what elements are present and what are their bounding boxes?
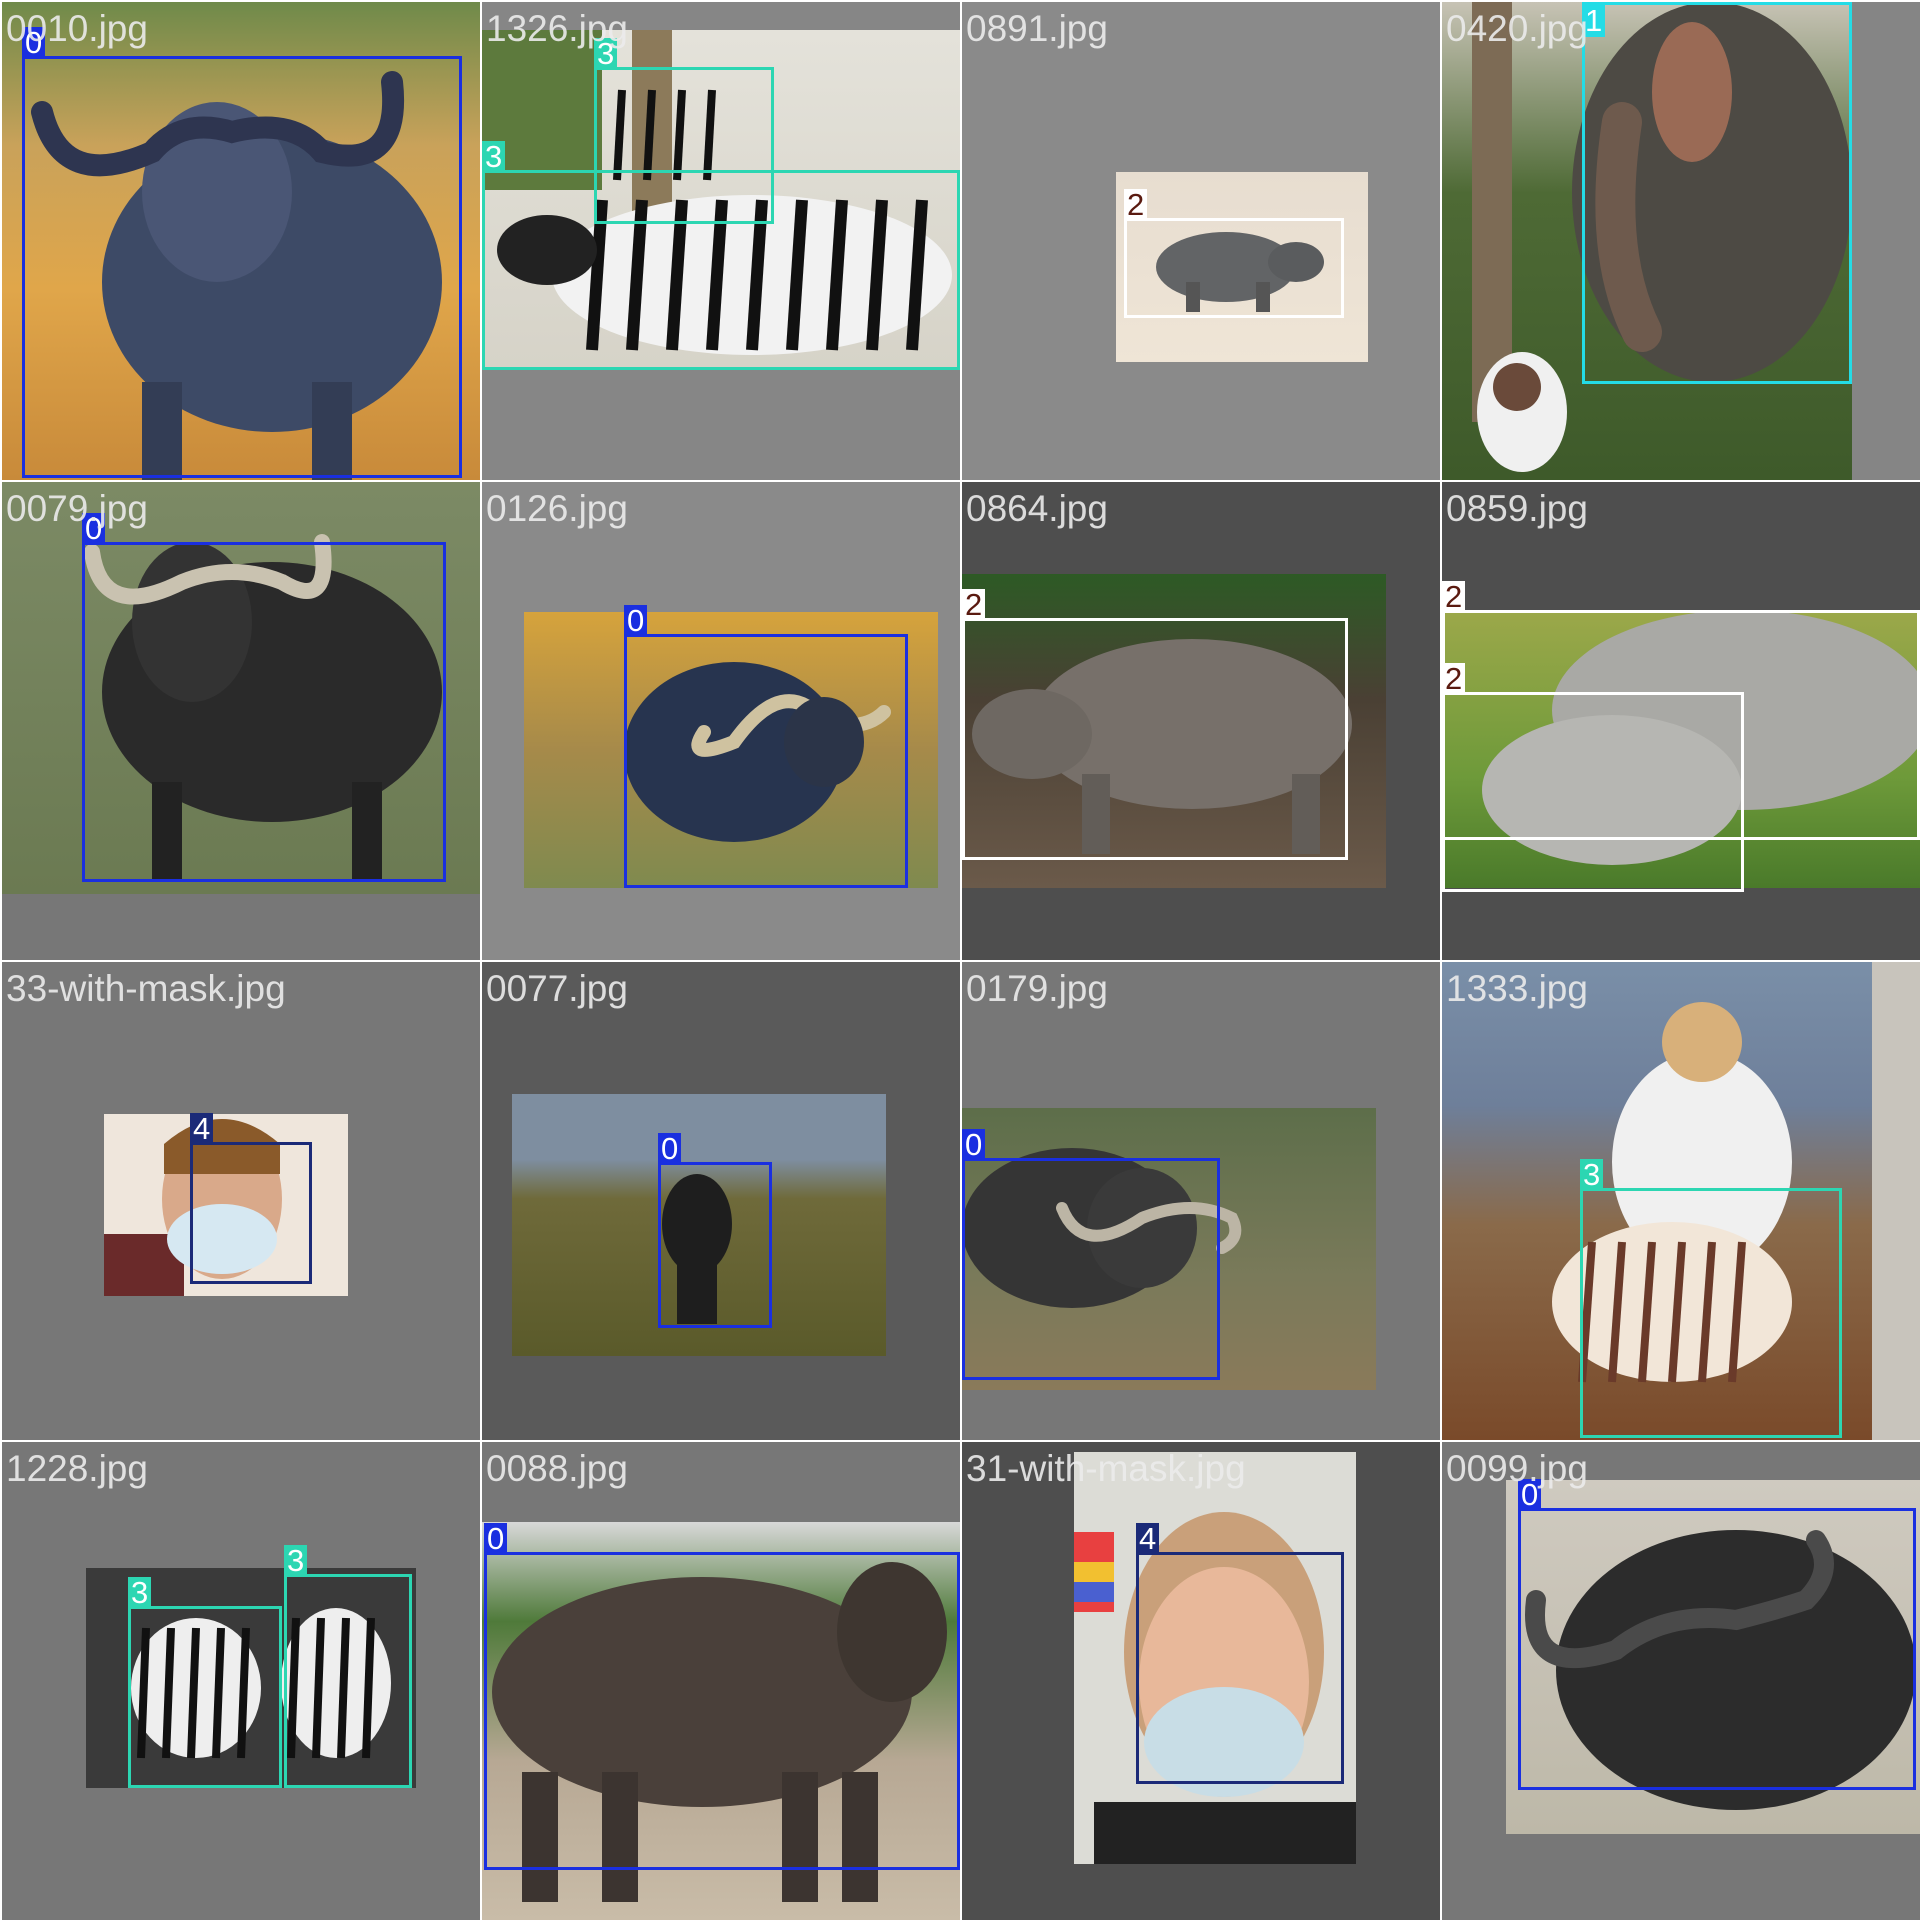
filename-label: 0420.jpg — [1446, 8, 1588, 49]
tile-1228: 1228.jpg 3 3 — [2, 1442, 480, 1920]
class-label: 4 — [1136, 1523, 1160, 1555]
class-label: 3 — [482, 141, 506, 173]
class-label: 0 — [658, 1133, 682, 1165]
filename-label: 1228.jpg — [6, 1448, 148, 1489]
filename-label: 1333.jpg — [1446, 968, 1588, 1009]
bounding-box: 4 — [190, 1113, 312, 1284]
tile-0179: 0179.jpg 0 — [962, 962, 1440, 1440]
filename-label: 0179.jpg — [966, 968, 1108, 1009]
tile-0079: 0079.jpg 0 — [2, 482, 480, 960]
tile-0864: 0864.jpg 2 — [962, 482, 1440, 960]
bounding-box: 2 — [1442, 663, 1744, 892]
class-label: 0 — [962, 1129, 986, 1161]
bounding-box: 1 — [1582, 2, 1852, 384]
tile-33-with-mask: 33-with-mask.jpg 4 — [2, 962, 480, 1440]
tile-1333: 1333.jpg 3 — [1442, 962, 1920, 1440]
filename-label: 0859.jpg — [1446, 488, 1588, 529]
bounding-box: 3 — [284, 1545, 412, 1788]
class-label: 2 — [1442, 663, 1466, 695]
class-label: 3 — [284, 1545, 308, 1577]
class-label: 3 — [1580, 1159, 1604, 1191]
filename-label: 0864.jpg — [966, 488, 1108, 529]
tile-0099: 0099.jpg 0 — [1442, 1442, 1920, 1920]
tile-0010: 0010.jpg 0 — [2, 2, 480, 480]
class-label: 2 — [1124, 189, 1148, 221]
bounding-box: 0 — [484, 1523, 960, 1870]
class-label: 4 — [190, 1113, 214, 1145]
bounding-box: 0 — [82, 513, 446, 882]
tile-0859: 0859.jpg 2 2 — [1442, 482, 1920, 960]
tile-0891: 0891.jpg 2 — [962, 2, 1440, 480]
bounding-box: 2 — [962, 589, 1348, 860]
filename-label: 31-with-mask.jpg — [966, 1448, 1246, 1489]
tile-0077: 0077.jpg 0 — [482, 962, 960, 1440]
tile-0126: 0126.jpg 0 — [482, 482, 960, 960]
tile-31-with-mask: 31-with-mask.jpg 4 — [962, 1442, 1440, 1920]
filename-label: 33-with-mask.jpg — [6, 968, 286, 1009]
bounding-box: 3 — [1580, 1159, 1842, 1438]
filename-label: 0891.jpg — [966, 8, 1108, 49]
bounding-box: 0 — [22, 27, 462, 478]
bounding-box: 0 — [962, 1129, 1220, 1380]
filename-label: 0088.jpg — [486, 1448, 628, 1489]
class-label: 2 — [1442, 581, 1466, 613]
tile-0088: 0088.jpg 0 — [482, 1442, 960, 1920]
bounding-box: 3 — [482, 141, 960, 370]
class-label: 0 — [624, 605, 648, 637]
filename-label: 0077.jpg — [486, 968, 628, 1009]
detection-mosaic: 0010.jpg 0 1326.jpg 3 3 0891.jpg 2 0420.… — [0, 0, 1920, 1920]
bounding-box: 0 — [1518, 1479, 1916, 1790]
filename-label: 1326.jpg — [486, 8, 628, 49]
class-label: 0 — [484, 1523, 508, 1555]
class-label: 3 — [128, 1577, 152, 1609]
tile-1326: 1326.jpg 3 3 — [482, 2, 960, 480]
bounding-box: 3 — [128, 1577, 282, 1788]
tile-0420: 0420.jpg 1 — [1442, 2, 1920, 480]
filename-label: 0079.jpg — [6, 488, 148, 529]
filename-label: 0099.jpg — [1446, 1448, 1588, 1489]
bounding-box: 0 — [624, 605, 908, 888]
bounding-box: 4 — [1136, 1523, 1344, 1784]
bounding-box: 0 — [658, 1133, 772, 1328]
class-label: 2 — [962, 589, 986, 621]
filename-label: 0126.jpg — [486, 488, 628, 529]
filename-label: 0010.jpg — [6, 8, 148, 49]
bounding-box: 2 — [1124, 189, 1344, 318]
